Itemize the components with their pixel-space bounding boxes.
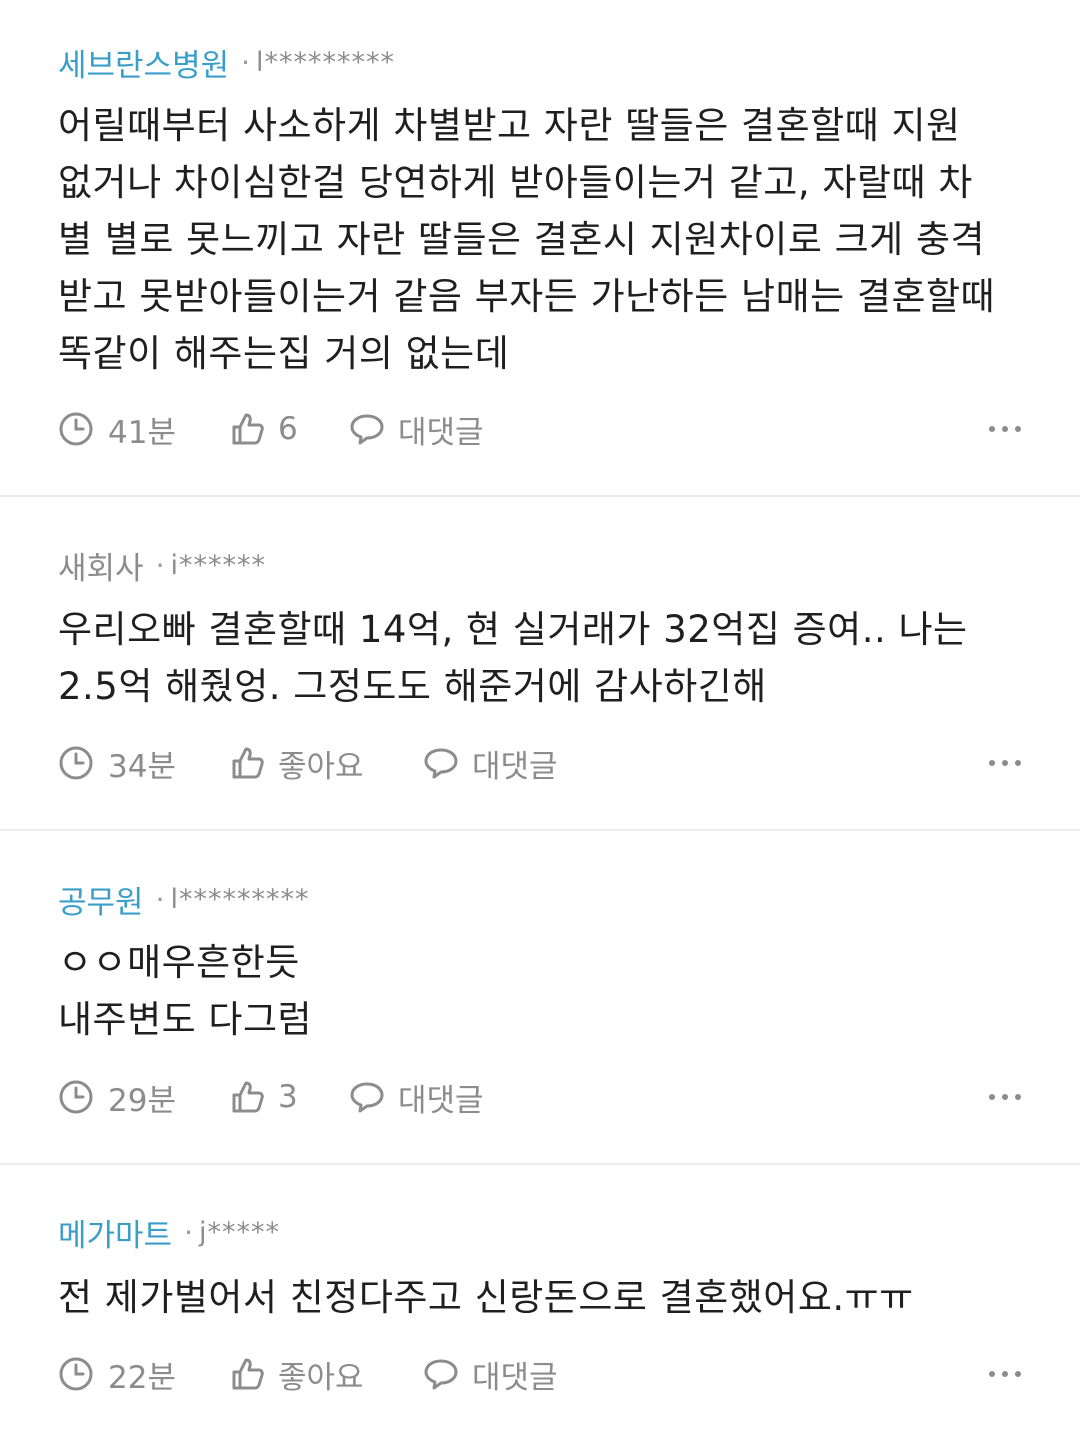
reply-label: 대댓글 — [472, 1359, 558, 1396]
like-count: 3 — [278, 1079, 298, 1115]
speech-bubble-icon — [424, 748, 458, 779]
like-button[interactable]: 좋아요 — [230, 1352, 422, 1397]
reply-label: 대댓글 — [472, 748, 558, 785]
author-separator: · — [155, 882, 165, 916]
speech-bubble-icon — [424, 1359, 458, 1390]
comment-meta: 22분 좋아요 대댓글 — [58, 1352, 1023, 1396]
more-dots-icon[interactable] — [987, 1362, 1023, 1386]
more-dots-icon[interactable] — [987, 1085, 1023, 1109]
comment-time: 34분 — [58, 741, 230, 786]
clock-icon — [59, 746, 93, 780]
comment-text: 어릴때부터 사소하게 차별받고 자란 딸들은 결혼할때 지원 없거나 차이심한걸… — [58, 104, 996, 375]
comment-meta: 41분 6 대댓글 — [58, 407, 1023, 451]
comment-text: 우리오빠 결혼할때 14억, 현 실거래가 32억집 증여.. 나는 2.5억 … — [58, 608, 968, 708]
comment-author[interactable]: 메가마트 · j***** — [58, 1210, 280, 1254]
divider — [0, 1163, 1080, 1165]
author-id: i****** — [170, 549, 266, 581]
author-separator: · — [241, 45, 251, 79]
comment-meta: 34분 좋아요 대댓글 — [58, 741, 1023, 785]
comment-meta: 29분 3 대댓글 — [58, 1075, 1023, 1119]
comment-text: 전 제가벌어서 친정다주고 신랑돈으로 결혼했어요.ㅠㅠ — [58, 1276, 914, 1319]
author-separator: · — [155, 548, 165, 582]
author-id: l********* — [256, 46, 396, 78]
speech-bubble-icon — [350, 1082, 384, 1113]
divider — [0, 829, 1080, 831]
author-id: l********* — [170, 883, 310, 915]
speech-bubble-icon — [350, 414, 384, 445]
like-count: 6 — [278, 411, 298, 447]
author-company[interactable]: 메가마트 — [58, 1210, 172, 1255]
comment-author[interactable]: 세브란스병원 · l********* — [58, 40, 395, 84]
like-count: 좋아요 — [278, 748, 364, 785]
divider — [0, 495, 1080, 497]
comment-time: 41분 — [58, 407, 230, 452]
comment-time: 29분 — [58, 1075, 230, 1120]
time-text: 29분 — [108, 1082, 176, 1119]
author-id: j***** — [199, 1216, 281, 1248]
comment-author[interactable]: 새회사 · i****** — [58, 543, 266, 587]
comment-time: 22분 — [58, 1352, 230, 1397]
reply-button[interactable]: 대댓글 — [348, 407, 484, 452]
reply-button[interactable]: 대댓글 — [422, 741, 558, 786]
thumbs-up-icon — [232, 413, 264, 445]
time-text: 41분 — [108, 414, 176, 451]
author-company[interactable]: 새회사 — [58, 543, 144, 588]
thumbs-up-icon — [232, 1358, 264, 1390]
author-company[interactable]: 공무원 — [58, 877, 144, 922]
time-text: 34분 — [108, 748, 176, 785]
more-dots-icon[interactable] — [987, 751, 1023, 775]
like-count: 좋아요 — [278, 1359, 364, 1396]
clock-icon — [59, 412, 93, 446]
reply-button[interactable]: 대댓글 — [348, 1075, 484, 1120]
like-button[interactable]: 좋아요 — [230, 741, 422, 786]
author-separator: · — [184, 1215, 193, 1249]
clock-icon — [59, 1080, 93, 1114]
author-company[interactable]: 세브란스병원 — [58, 40, 229, 85]
reply-label: 대댓글 — [398, 1082, 484, 1119]
more-dots-icon[interactable] — [987, 417, 1023, 441]
reply-label: 대댓글 — [398, 414, 484, 451]
time-text: 22분 — [108, 1359, 176, 1396]
comment-text: ㅇㅇ매우흔한듯 내주변도 다그럼 — [58, 941, 313, 1041]
like-button[interactable]: 6 — [230, 411, 348, 447]
like-button[interactable]: 3 — [230, 1079, 348, 1115]
comment-author[interactable]: 공무원 · l********* — [58, 877, 309, 921]
clock-icon — [59, 1357, 93, 1391]
thumbs-up-icon — [232, 1081, 264, 1113]
reply-button[interactable]: 대댓글 — [422, 1352, 558, 1397]
thumbs-up-icon — [232, 747, 264, 779]
